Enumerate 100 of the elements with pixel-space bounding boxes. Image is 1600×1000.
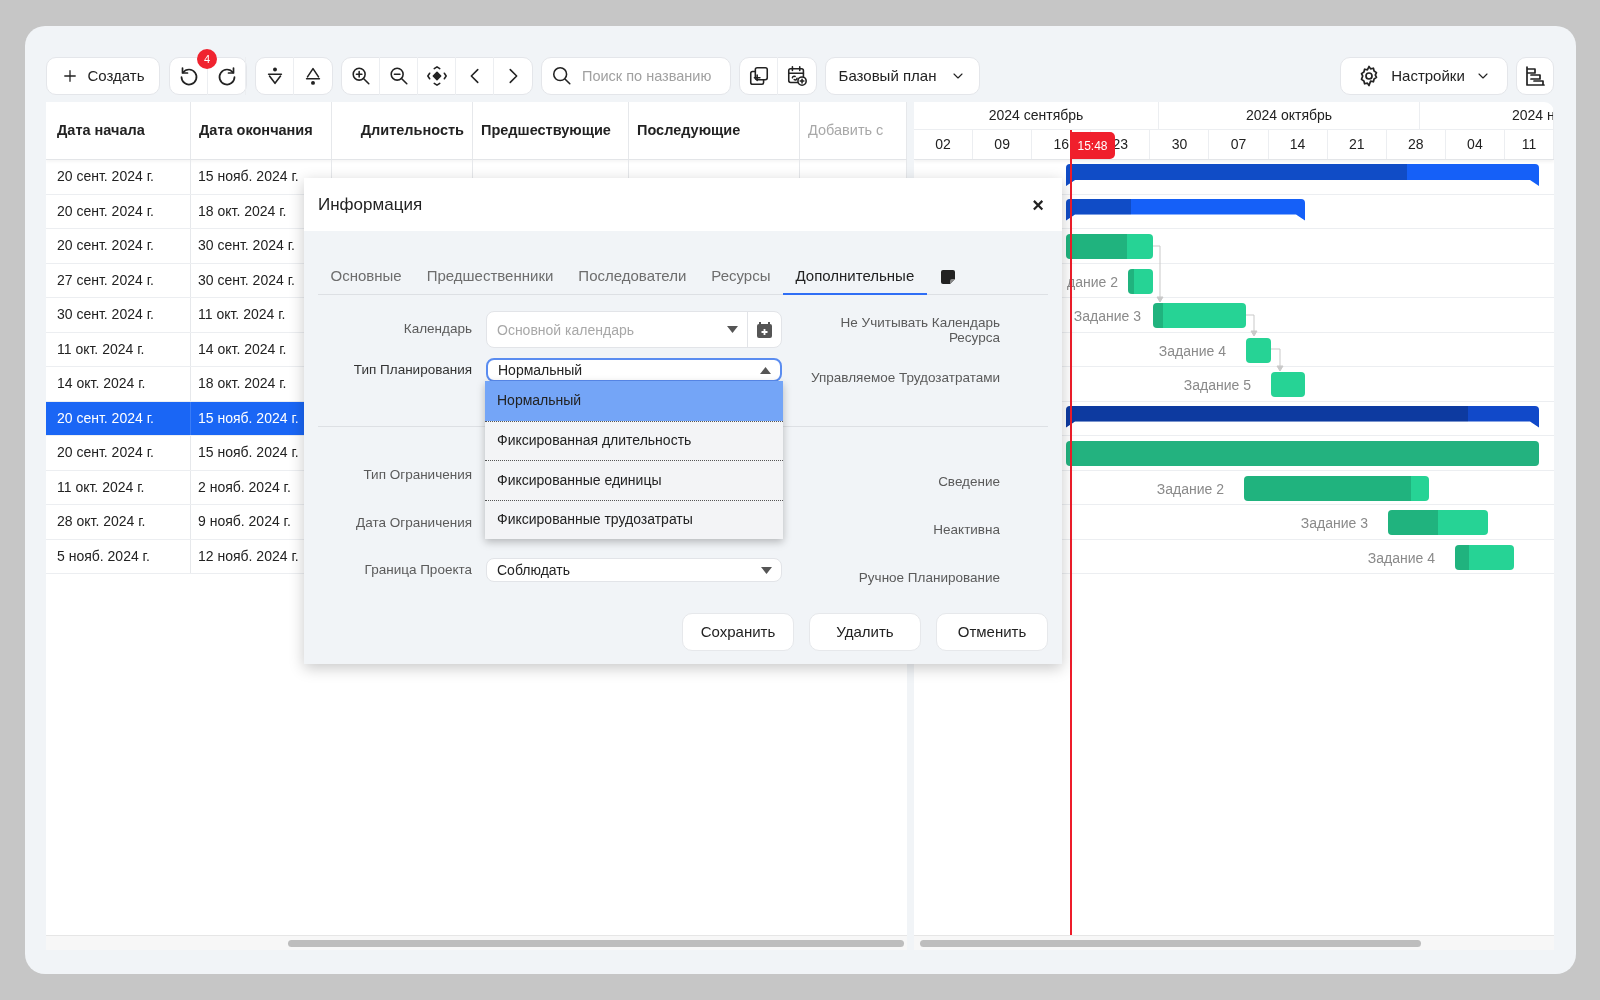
dialog-button[interactable]: Отменить <box>936 613 1048 651</box>
month-label: 2024 сентябрь <box>988 106 1084 125</box>
week-label: 02 <box>935 135 951 154</box>
note-icon <box>940 269 955 284</box>
option-label: Ручное Планирование <box>857 568 1000 587</box>
scrollbar-thumb[interactable] <box>920 940 1421 947</box>
column-header: Последующие <box>637 120 741 140</box>
field-label: Граница Проекта <box>363 560 472 579</box>
dropdown-option[interactable]: Фиксированные трудозатраты <box>485 499 783 539</box>
option-label: Управляемое Трудозатратами <box>810 368 1000 387</box>
table-cell-text: 18 окт. 2024 г. <box>198 374 287 394</box>
calendar-combobox[interactable]: Основной календарь <box>486 311 782 348</box>
tab[interactable]: Предшественники <box>414 260 566 295</box>
table-cell-text: 15 нояб. 2024 г. <box>198 443 299 463</box>
column-header: Добавить с <box>808 120 884 140</box>
gantt-view-button[interactable] <box>1516 57 1554 95</box>
week-label: 30 <box>1171 135 1188 154</box>
project-border-select[interactable]: Соблюдать <box>486 558 782 582</box>
dependency-arrow <box>1270 348 1284 372</box>
table-cell-text: 20 сент. 2024 г. <box>57 443 154 463</box>
tab[interactable]: Ресурсы <box>698 260 783 295</box>
table-cell-text: 11 окт. 2024 г. <box>198 305 286 325</box>
table-cell-text: 11 окт. 2024 г. <box>57 477 145 497</box>
search-field[interactable]: Поиск по названию <box>541 57 731 95</box>
week-label: 04 <box>1467 135 1483 154</box>
table-cell-text: 12 нояб. 2024 г. <box>198 546 299 566</box>
table-cell-text: 20 сент. 2024 г. <box>57 167 154 187</box>
dependency-arrow <box>1245 314 1258 337</box>
task-label: Задание 5 <box>1183 376 1251 395</box>
task-label: Задание 3 <box>1073 307 1141 326</box>
create-button[interactable]: Создать <box>46 57 160 95</box>
week-label: 16 <box>1053 135 1069 154</box>
field-label: Дата Ограничения <box>355 513 472 532</box>
column-header: Дата начала <box>57 120 145 140</box>
week-label: 11 <box>1521 135 1537 154</box>
week-label: 09 <box>994 135 1010 154</box>
table-cell-text: 18 окт. 2024 г. <box>198 201 287 221</box>
table-cell-text: 30 сент. 2024 г. <box>57 305 154 325</box>
gantt-icon <box>1523 64 1547 88</box>
week-label: 21 <box>1348 135 1365 154</box>
caret-down-icon <box>727 326 738 333</box>
task-label: Задание 4 <box>1367 548 1435 568</box>
tab[interactable]: Дополнительные <box>783 260 927 295</box>
task-label: Задание 2 <box>1156 479 1224 499</box>
summary-bar[interactable] <box>1066 198 1305 221</box>
table-cell-text: 2 нояб. 2024 г. <box>198 477 291 497</box>
dialog-button[interactable]: Сохранить <box>682 613 794 651</box>
scheduling-type-select[interactable]: Нормальный <box>486 358 782 382</box>
dependency-arrow <box>1152 245 1164 303</box>
month-label: 2024 октябрь <box>1245 106 1333 125</box>
table-cell-text: 15 нояб. 2024 г. <box>198 167 299 187</box>
task-label: Задание 4 <box>1158 341 1226 361</box>
close-button[interactable]: × <box>1032 194 1044 215</box>
zoom-in-icon <box>349 65 372 87</box>
option-label: Не Учитывать Календарь Ресурса <box>839 314 1000 345</box>
column-header: Предшествующие <box>481 120 611 140</box>
baseline-dropdown[interactable]: Базовый план <box>825 57 980 95</box>
table-cell-text: 15 нояб. 2024 г. <box>198 408 299 428</box>
table-cell-text: 5 нояб. 2024 г. <box>57 546 150 566</box>
task-label: Задание 3 <box>1300 514 1368 533</box>
scrollbar-thumb[interactable] <box>288 940 904 947</box>
calendar-input[interactable]: Основной календарь <box>487 312 727 347</box>
table-cell-text: 30 сент. 2024 г. <box>198 270 295 290</box>
option-label: Сведение <box>937 472 1000 491</box>
zoom-out-icon <box>387 65 410 87</box>
calendar-plus-icon <box>757 321 772 338</box>
table-cell-text: 27 сент. 2024 г. <box>57 270 154 290</box>
table-cell-text: 20 сент. 2024 г. <box>57 408 154 428</box>
option-label: Неактивна <box>932 520 1000 539</box>
dropdown-option[interactable]: Фиксированная длительность <box>485 420 783 460</box>
table-cell-text: 9 нояб. 2024 г. <box>198 512 291 532</box>
table-cell-text: 20 сент. 2024 г. <box>57 201 154 221</box>
task-bar[interactable] <box>1128 268 1153 294</box>
diamond-icon <box>425 65 448 87</box>
week-label: 28 <box>1408 135 1424 154</box>
time-marker: 15:48 <box>1070 132 1115 159</box>
week-label: 07 <box>1230 135 1247 154</box>
table-cell-text: 30 сент. 2024 г. <box>198 236 295 256</box>
tab[interactable]: Основные <box>318 260 415 295</box>
week-label: 14 <box>1289 135 1306 154</box>
dropdown-option[interactable]: Нормальный <box>485 381 783 421</box>
dialog-button[interactable]: Удалить <box>809 613 921 651</box>
summary-bar[interactable] <box>1066 164 1539 186</box>
field-label: Тип Планирования <box>352 360 472 379</box>
caret-up-icon <box>760 366 771 374</box>
tab[interactable]: Последователи <box>565 260 699 295</box>
dropdown-option[interactable]: Фиксированные единицы <box>485 460 783 500</box>
search-icon <box>551 65 573 87</box>
month-label: 2024 н <box>1512 106 1553 125</box>
column-header: Дата окончания <box>199 120 313 140</box>
dialog-title: Информация <box>318 193 423 216</box>
table-cell-text: 28 окт. 2024 г. <box>57 512 146 532</box>
column-header: Длительность <box>360 120 464 140</box>
field-label: Календарь <box>402 320 472 339</box>
field-label: Тип Ограничения <box>362 465 472 484</box>
table-cell-text: 11 окт. 2024 г. <box>57 339 145 359</box>
task-bar[interactable] <box>1455 544 1514 570</box>
count-badge: 4 <box>197 49 217 69</box>
table-cell-text: 14 окт. 2024 г. <box>57 374 146 394</box>
settings-button[interactable]: Настройки <box>1340 57 1508 95</box>
